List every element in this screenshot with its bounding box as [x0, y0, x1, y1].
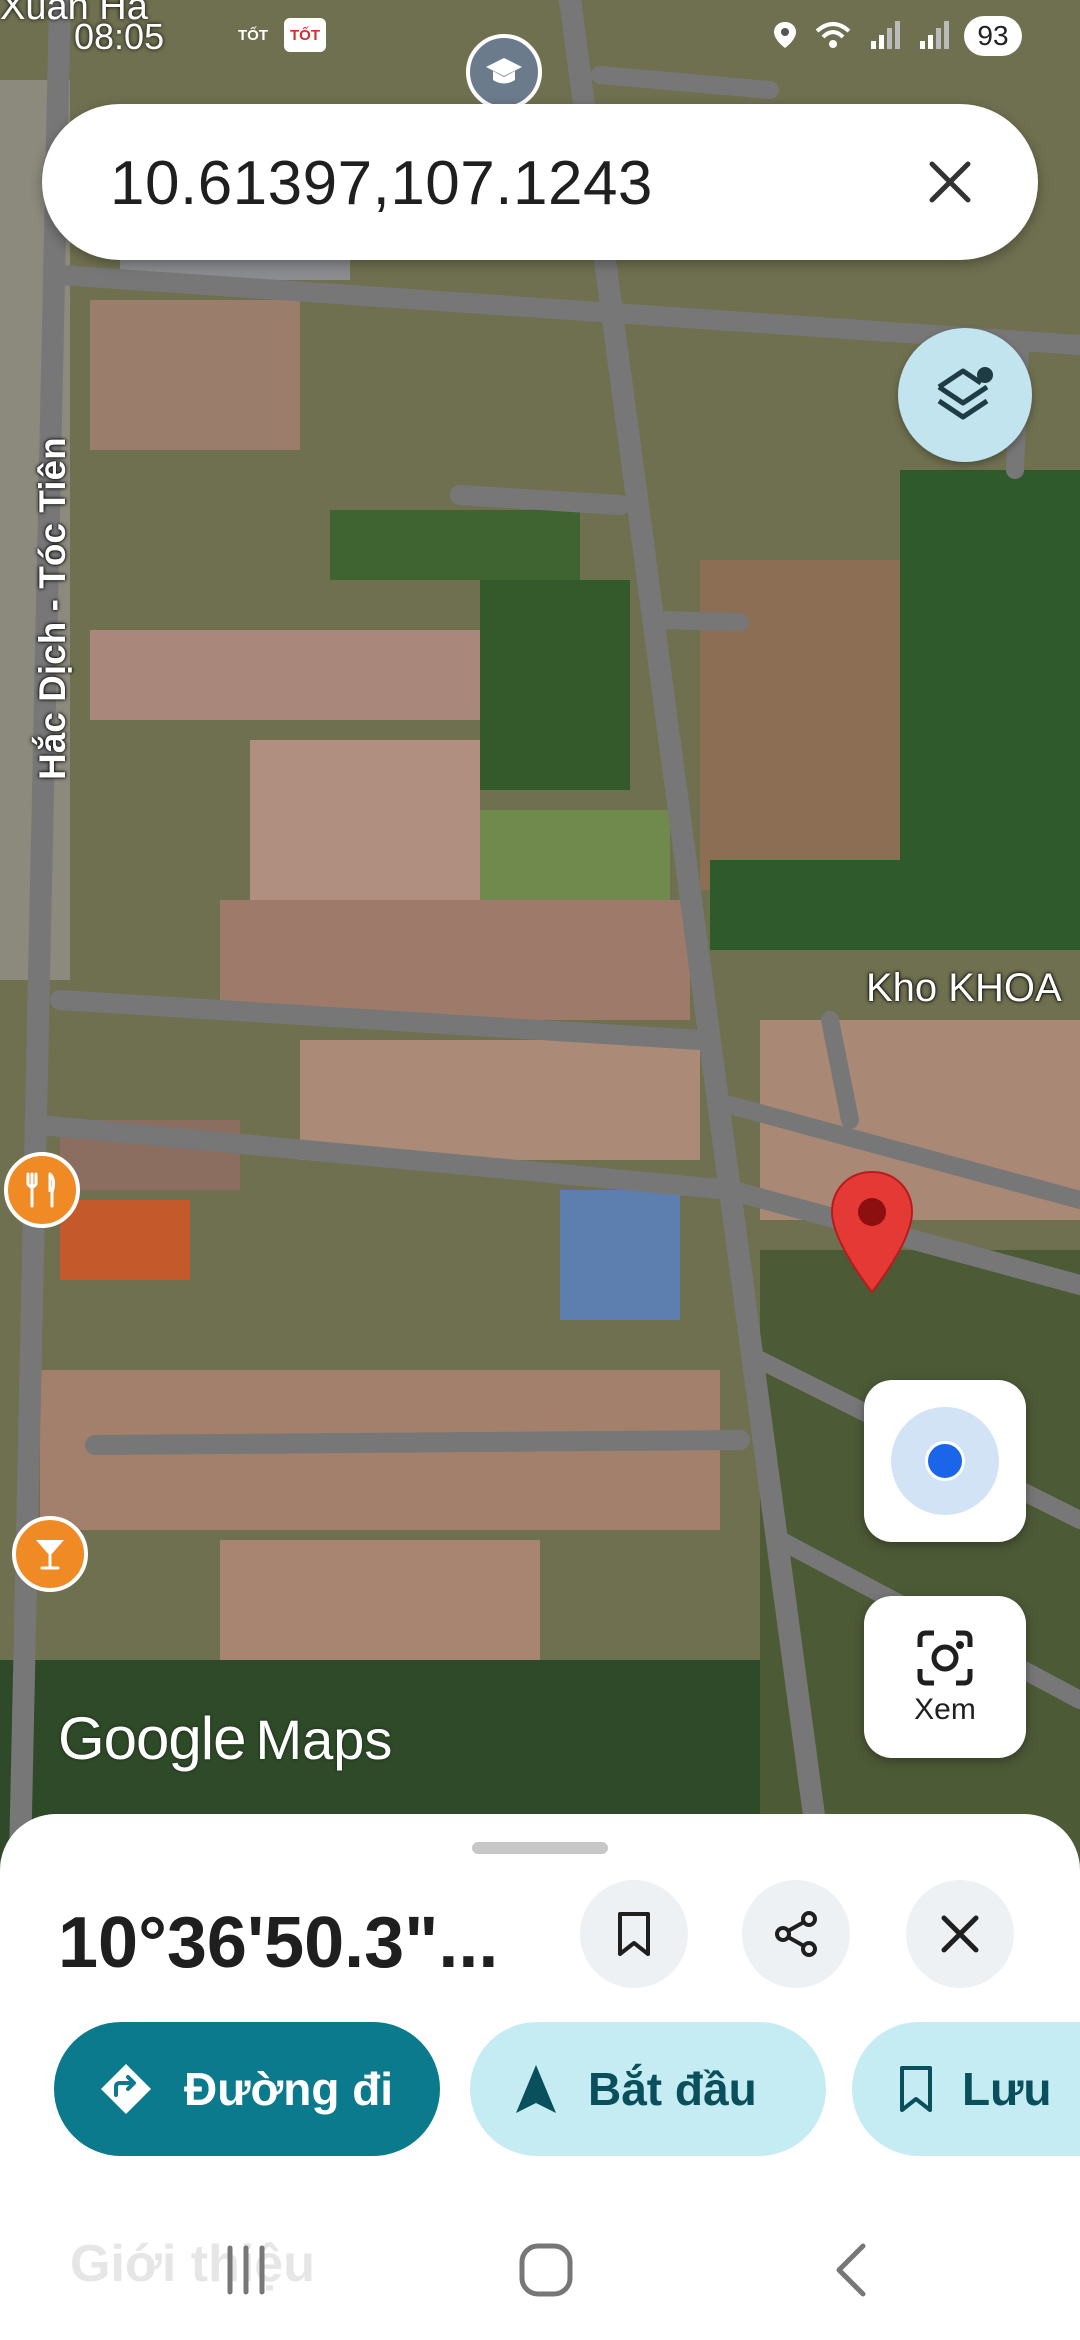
- bookmark-icon: [900, 2066, 932, 2112]
- save-button[interactable]: [580, 1880, 688, 1988]
- place-label[interactable]: Kho KHOA: [866, 966, 1062, 1011]
- status-time: 08:05: [74, 16, 165, 57]
- place-title: 10°36'50.3"...: [58, 1903, 499, 1983]
- navigation-arrow-icon: [516, 2065, 556, 2113]
- satellite-map[interactable]: [0, 0, 1080, 1860]
- close-icon: [929, 161, 971, 203]
- share-icon: [775, 1911, 817, 1957]
- bar-icon[interactable]: [12, 1516, 88, 1592]
- search-bar[interactable]: 10.61397,107.1243: [42, 104, 1038, 260]
- signal-icon: [920, 21, 949, 50]
- lens-button-label: Xem: [914, 1693, 976, 1726]
- layers-icon: [937, 367, 993, 420]
- restaurant-icon[interactable]: [4, 1152, 80, 1228]
- status-icons: [772, 14, 952, 53]
- lens-button[interactable]: Xem: [864, 1596, 1026, 1758]
- search-query[interactable]: 10.61397,107.1243: [110, 148, 653, 219]
- start-label: Bắt đầu: [588, 2063, 757, 2115]
- share-button[interactable]: [742, 1880, 850, 1988]
- close-sheet-button[interactable]: [906, 1880, 1014, 1988]
- school-icon[interactable]: [466, 34, 542, 110]
- battery-indicator: 93: [964, 16, 1022, 56]
- directions-icon: [101, 2064, 151, 2114]
- system-nav-bar: [0, 2200, 1080, 2340]
- home-icon: [519, 2243, 573, 2297]
- start-button[interactable]: Bắt đầu: [470, 2022, 826, 2156]
- lens-icon: [917, 1630, 973, 1686]
- save-pill-button[interactable]: Lưu: [852, 2022, 1080, 2156]
- save-label: Lưu: [962, 2063, 1052, 2115]
- notification-badge: TỐT: [284, 18, 326, 52]
- red-pin-icon[interactable]: [826, 1168, 918, 1296]
- back-icon: [836, 2243, 866, 2297]
- recent-apps-button[interactable]: [206, 2230, 286, 2310]
- back-button[interactable]: [810, 2230, 890, 2310]
- my-location-button[interactable]: [864, 1380, 1026, 1542]
- signal-icon: [870, 21, 900, 50]
- location-status-icon: [773, 22, 796, 49]
- layers-button[interactable]: [898, 328, 1032, 462]
- my-location-icon: [891, 1407, 999, 1515]
- notification-badge: TỐT: [238, 26, 268, 44]
- drag-handle[interactable]: [472, 1842, 608, 1854]
- close-icon: [941, 1915, 979, 1953]
- google-maps-logo: Google Maps: [58, 1705, 393, 1772]
- bookmark-icon: [618, 1912, 650, 1956]
- directions-button[interactable]: Đường đi: [54, 2022, 440, 2156]
- clear-search-button[interactable]: [910, 142, 990, 222]
- road-label: Hắc Dịch - Tóc Tiên: [32, 437, 73, 780]
- directions-label: Đường đi: [184, 2063, 394, 2115]
- recents-icon: [227, 2245, 265, 2295]
- home-button[interactable]: [506, 2230, 586, 2310]
- wifi-icon: [815, 22, 851, 49]
